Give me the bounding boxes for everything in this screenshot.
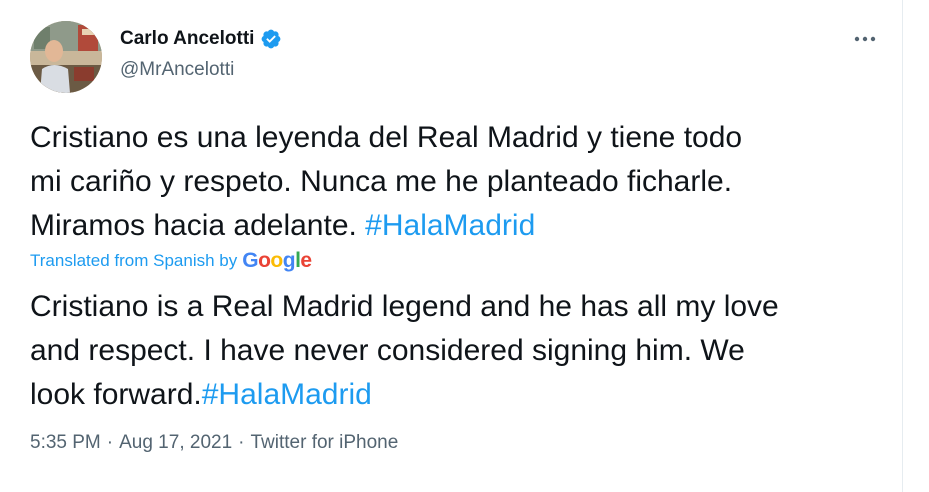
tweet-source[interactable]: Twitter for iPhone <box>250 432 398 454</box>
avatar[interactable] <box>30 21 102 93</box>
tweet-card: Carlo Ancelotti @MrAncelotti Cristiano e… <box>0 0 903 492</box>
author-row: Carlo Ancelotti <box>120 28 282 50</box>
more-options-icon[interactable] <box>848 26 882 52</box>
translation-attribution[interactable]: Translated from Spanish by Google <box>30 249 312 273</box>
tweet-meta: 5:35 PM · Aug 17, 2021 · Twitter for iPh… <box>30 432 398 454</box>
translated-text-body: Cristiano is a Real Madrid legend and he… <box>30 290 779 411</box>
verified-badge-icon <box>260 28 282 50</box>
tweet-translated-text: Cristiano is a Real Madrid legend and he… <box>30 285 890 417</box>
tweet-date[interactable]: Aug 17, 2021 <box>119 432 232 454</box>
translation-label: Translated from Spanish by <box>30 251 238 270</box>
google-logo: Google <box>242 249 312 272</box>
meta-separator: · <box>106 432 114 453</box>
meta-separator: · <box>238 432 245 453</box>
author-handle[interactable]: @MrAncelotti <box>120 59 234 81</box>
tweet-time[interactable]: 5:35 PM <box>30 432 101 454</box>
hashtag-link[interactable]: #HalaMadrid <box>202 378 372 411</box>
avatar-image <box>30 21 102 93</box>
hashtag-link[interactable]: #HalaMadrid <box>365 209 535 242</box>
tweet-original-text: Cristiano es una leyenda del Real Madrid… <box>30 116 890 248</box>
page-gutter <box>903 0 929 492</box>
author-name[interactable]: Carlo Ancelotti <box>120 28 254 50</box>
